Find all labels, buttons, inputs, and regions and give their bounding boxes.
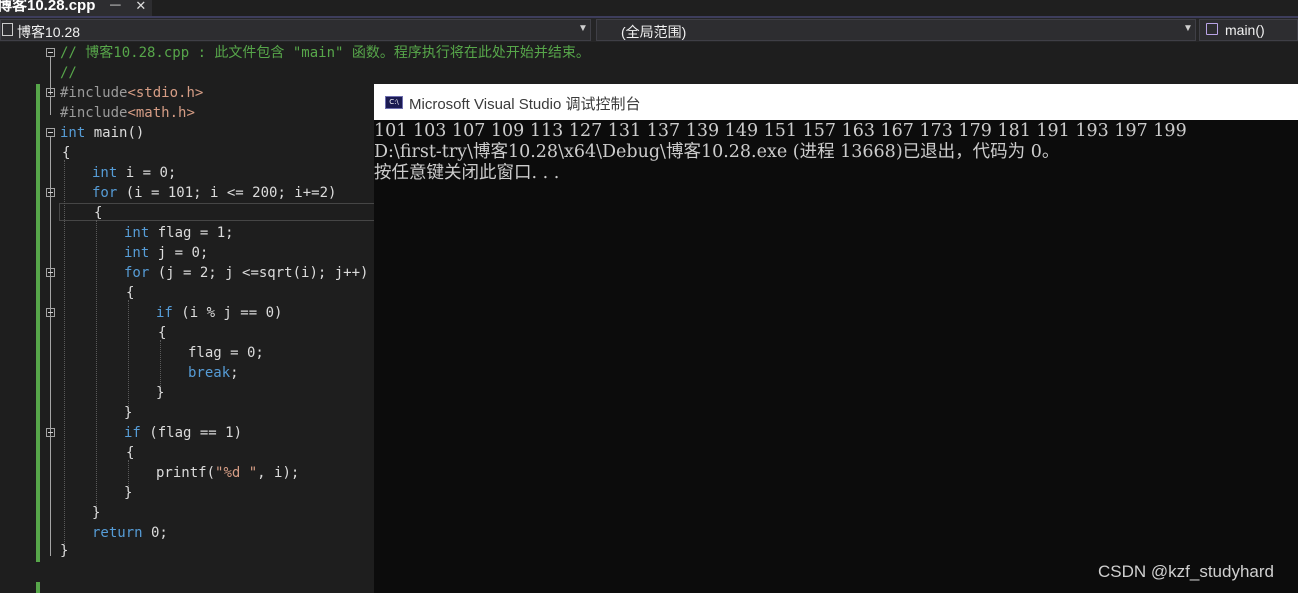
chevron-down-icon: ▼ bbox=[578, 23, 588, 34]
code-text: 0; bbox=[142, 525, 168, 541]
code-line: for (i = 101; i <= 200; i+=2) bbox=[92, 183, 336, 203]
keyword: for bbox=[92, 185, 118, 201]
current-line-highlight bbox=[59, 203, 375, 221]
console-app-icon: C:\ bbox=[385, 96, 403, 109]
code-line: } bbox=[60, 543, 69, 559]
code-line: { bbox=[62, 145, 71, 161]
code-line: int main() bbox=[60, 123, 144, 143]
collapse-icon[interactable] bbox=[46, 428, 55, 437]
code-line: #include<stdio.h> bbox=[60, 83, 203, 103]
close-icon[interactable]: ✕ bbox=[135, 0, 146, 12]
code-line: { bbox=[126, 285, 135, 301]
member-label: main() bbox=[1225, 22, 1265, 38]
member-dropdown[interactable]: main() bbox=[1199, 19, 1298, 41]
code-text: ; bbox=[230, 365, 239, 381]
code-text: , i); bbox=[257, 465, 300, 481]
code-line: // bbox=[60, 65, 77, 81]
code-text: i = 0; bbox=[117, 165, 177, 181]
change-indicator bbox=[36, 582, 40, 593]
outline-line bbox=[50, 137, 51, 556]
keyword: if bbox=[156, 305, 173, 321]
debug-console-window[interactable]: C:\ Microsoft Visual Studio 调试控制台 101 10… bbox=[374, 84, 1298, 593]
code-text: flag = 1; bbox=[149, 225, 234, 241]
collapse-icon[interactable] bbox=[46, 88, 55, 97]
directive: #include bbox=[60, 105, 128, 121]
code-text: (flag == 1) bbox=[140, 425, 243, 441]
outline-line bbox=[50, 97, 51, 115]
watermark: CSDN @kzf_studyhard bbox=[1098, 562, 1274, 581]
collapse-icon[interactable] bbox=[46, 188, 55, 197]
line-margin bbox=[0, 42, 36, 593]
code-line: #include<math.h> bbox=[60, 103, 195, 123]
code-line: printf("%d ", i); bbox=[156, 463, 299, 483]
code-line: break; bbox=[188, 363, 239, 383]
code-line: flag = 0; bbox=[188, 345, 264, 361]
code-line: return 0; bbox=[92, 523, 168, 543]
code-line: int flag = 1; bbox=[124, 223, 234, 243]
change-indicator bbox=[36, 84, 40, 562]
header-name: <stdio.h> bbox=[127, 85, 204, 101]
collapse-icon[interactable] bbox=[46, 308, 55, 317]
scope-label: (全局范围) bbox=[621, 24, 687, 40]
function-call: printf( bbox=[156, 465, 216, 481]
keyword: int bbox=[92, 165, 118, 181]
method-icon bbox=[1206, 23, 1218, 35]
code-line: { bbox=[158, 325, 167, 341]
code-text: (i % j == 0) bbox=[172, 305, 283, 321]
console-exit-message: D:\first-try\博客10.28\x64\Debug\博客10.28.e… bbox=[374, 142, 1060, 162]
keyword: for bbox=[124, 265, 150, 281]
keyword: int bbox=[60, 125, 86, 141]
code-line: } bbox=[92, 505, 101, 521]
keyword: break bbox=[188, 365, 231, 381]
collapse-icon[interactable] bbox=[46, 128, 55, 137]
console-output: 101 103 107 109 113 127 131 137 139 149 … bbox=[374, 121, 1187, 141]
code-line: } bbox=[124, 405, 133, 421]
code-line: // 博客10.28.cpp : 此文件包含 "main" 函数。程序执行将在此… bbox=[60, 45, 590, 61]
collapse-icon[interactable] bbox=[46, 48, 55, 57]
indent-guide bbox=[96, 220, 97, 512]
console-prompt: 按任意键关闭此窗口. . . bbox=[374, 163, 560, 183]
directive: #include bbox=[60, 85, 128, 101]
scope-dropdown[interactable]: (全局范围) ▼ bbox=[596, 19, 1196, 41]
code-line: int i = 0; bbox=[92, 163, 176, 183]
keyword: return bbox=[92, 525, 143, 541]
collapse-icon[interactable] bbox=[46, 268, 55, 277]
keyword: int bbox=[124, 225, 150, 241]
code-line: } bbox=[156, 385, 165, 401]
tab-label: 博客10.28.cpp bbox=[0, 0, 96, 14]
document-tab-strip: 博客10.28.cpp ᅳ ✕ bbox=[0, 0, 1298, 18]
console-title: Microsoft Visual Studio 调试控制台 bbox=[409, 96, 641, 113]
code-line: { bbox=[94, 205, 103, 221]
keyword: if bbox=[124, 425, 141, 441]
code-line: if (flag == 1) bbox=[124, 423, 242, 443]
pin-icon[interactable]: ᅳ bbox=[109, 0, 121, 12]
string-literal: "%d " bbox=[215, 465, 258, 481]
indent-guide bbox=[128, 300, 129, 412]
code-line: int j = 0; bbox=[124, 243, 208, 263]
code-text: (i = 101; i <= 200; i+=2) bbox=[117, 185, 337, 201]
code-line: if (i % j == 0) bbox=[156, 303, 282, 323]
header-name: <math.h> bbox=[127, 105, 195, 121]
project-icon bbox=[2, 23, 13, 36]
code-line: } bbox=[124, 485, 133, 501]
code-text: main() bbox=[85, 125, 145, 141]
indent-guide bbox=[64, 160, 65, 554]
code-text: j = 0; bbox=[149, 245, 209, 261]
project-dropdown[interactable]: 博客10.28 ▼ bbox=[0, 19, 591, 41]
chevron-down-icon: ▼ bbox=[1183, 23, 1193, 34]
code-line: { bbox=[126, 445, 135, 461]
code-text: (j = 2; j <=sqrt(i); j++) bbox=[149, 265, 369, 281]
document-tab[interactable]: 博客10.28.cpp ᅳ ✕ bbox=[0, 0, 153, 16]
navigation-bar: 博客10.28 ▼ (全局范围) ▼ main() bbox=[0, 18, 1298, 42]
keyword: int bbox=[124, 245, 150, 261]
code-line: for (j = 2; j <=sqrt(i); j++) bbox=[124, 263, 368, 283]
console-title-bar[interactable]: C:\ Microsoft Visual Studio 调试控制台 bbox=[374, 84, 1298, 120]
project-label: 博客10.28 bbox=[17, 24, 81, 40]
